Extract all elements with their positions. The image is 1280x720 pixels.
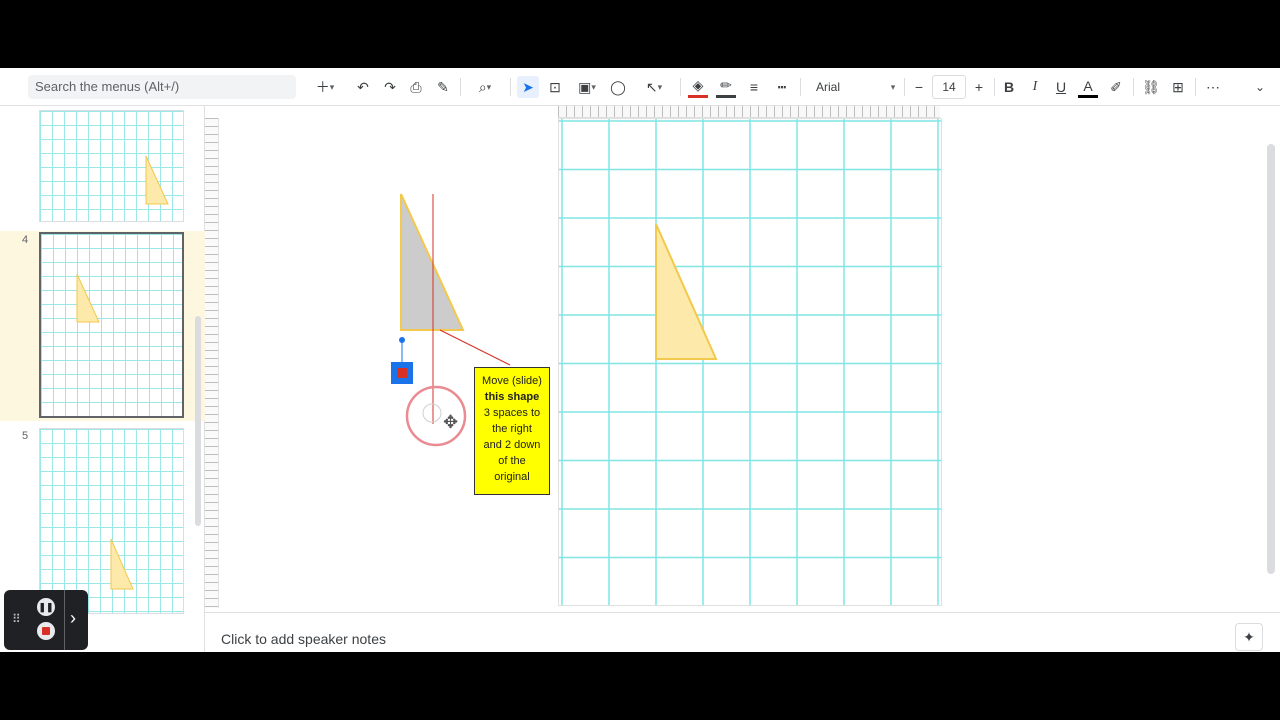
speaker-notes-placeholder: Click to add speaker notes <box>221 631 386 647</box>
image-icon[interactable]: ▣ ▾ <box>571 76 603 98</box>
toolbar-divider <box>800 78 801 96</box>
chevron-down-icon[interactable]: ▾ <box>886 76 900 98</box>
toolbar-divider <box>680 78 681 96</box>
callout-line: of the <box>498 455 526 467</box>
bold-icon[interactable]: B <box>1000 76 1018 98</box>
italic-icon[interactable]: I <box>1026 76 1044 98</box>
drag-handle-icon[interactable]: ⠿ <box>12 612 21 626</box>
paint-format-icon[interactable]: ✎ <box>434 76 452 98</box>
slide-thumbnail[interactable] <box>39 110 184 222</box>
print-icon[interactable]: ⎙ <box>407 76 425 98</box>
screen-recorder-widget: ⠿ ❚❚ › <box>4 590 88 650</box>
toolbar-divider <box>1133 78 1134 96</box>
callout-line: 3 spaces to <box>483 407 541 419</box>
search-menus-input[interactable]: Search the menus (Alt+/) <box>28 75 296 99</box>
underline-icon[interactable]: U <box>1052 76 1070 98</box>
text-color-icon[interactable]: A <box>1078 76 1098 98</box>
border-weight-icon[interactable]: ≡ <box>744 76 764 98</box>
speaker-notes[interactable]: Click to add speaker notes ✦ <box>205 612 1280 652</box>
move-cursor-icon: ✥ <box>443 412 458 433</box>
red-pointer-line <box>439 329 511 366</box>
callout-bold-line: this shape <box>484 391 540 403</box>
original-triangle <box>400 193 465 331</box>
slide-number: 4 <box>22 234 29 246</box>
slide-page[interactable] <box>558 118 942 607</box>
link-icon[interactable]: ⛓ <box>1141 76 1161 98</box>
toolbar-divider <box>460 78 461 96</box>
slide-thumbnail-active[interactable] <box>39 232 184 418</box>
cursor-inner-circle <box>422 403 442 423</box>
selected-red-shape <box>397 368 407 378</box>
triangle-shape <box>76 273 100 323</box>
toolbar-divider <box>994 78 995 96</box>
fill-color-icon[interactable]: ◈ <box>688 76 708 98</box>
slide-number: 5 <box>22 430 29 442</box>
editor-canvas: ✥ Move (slide) this shape 3 spaces to th… <box>205 106 1280 610</box>
shape-icon[interactable]: ◯ <box>608 76 628 98</box>
slide-thumbnail[interactable] <box>39 428 184 614</box>
triangle-shape <box>145 155 169 205</box>
border-color-icon[interactable]: ✏ <box>716 76 736 98</box>
redo-icon[interactable]: ↷ <box>381 76 399 98</box>
line-icon[interactable]: ↖ ▾ <box>636 76 672 98</box>
increase-font-icon[interactable]: + <box>970 76 988 98</box>
decrease-font-icon[interactable]: − <box>910 76 928 98</box>
undo-icon[interactable]: ↶ <box>354 76 372 98</box>
callout-line: original <box>494 471 530 483</box>
comment-icon[interactable]: ⊞ <box>1168 76 1188 98</box>
callout-line: and 2 down <box>483 439 541 451</box>
collapse-icon[interactable]: ⌄ <box>1250 76 1270 98</box>
slide-grid <box>559 119 941 607</box>
more-icon[interactable]: ⋯ <box>1202 76 1224 98</box>
border-dash-icon[interactable]: ┅ <box>772 76 792 98</box>
font-size-input[interactable]: 14 <box>932 75 966 99</box>
toolbar: Search the menus (Alt+/) ＋ ▾ ↶ ↷ ⎙ ✎ ⌕ ▾ ➤… <box>0 68 1280 106</box>
slides-app: Search the menus (Alt+/) ＋ ▾ ↶ ↷ ⎙ ✎ ⌕ ▾ ➤… <box>0 68 1280 652</box>
filmstrip-scrollbar[interactable] <box>195 316 201 526</box>
pause-icon[interactable]: ❚❚ <box>37 598 55 616</box>
select-icon[interactable]: ➤ <box>517 76 539 98</box>
triangle-shape <box>110 538 134 590</box>
zoom-icon[interactable]: ⌕ ▾ <box>468 76 502 98</box>
highlight-icon[interactable]: ✐ <box>1106 76 1126 98</box>
rotation-handle <box>399 337 405 343</box>
callout-line: the right <box>492 423 532 435</box>
chevron-right-icon[interactable]: › <box>70 608 76 629</box>
toolbar-divider <box>1195 78 1196 96</box>
stop-icon[interactable] <box>37 622 55 640</box>
toolbar-divider <box>510 78 511 96</box>
slide-filmstrip: 4 5 ▦ <box>0 106 205 652</box>
new-slide-icon[interactable]: ＋ ▾ <box>310 76 340 98</box>
slide-triangle <box>655 223 718 360</box>
font-name-label: Arial <box>816 80 841 94</box>
text-box-icon[interactable]: ⊡ <box>545 76 565 98</box>
toolbar-divider <box>904 78 905 96</box>
recorder-divider <box>64 590 65 650</box>
instruction-callout[interactable]: Move (slide) this shape 3 spaces to the … <box>474 367 550 495</box>
canvas-scrollbar[interactable] <box>1267 144 1275 574</box>
explore-icon[interactable]: ✦ <box>1235 623 1263 651</box>
callout-line: Move (slide) <box>482 375 542 387</box>
